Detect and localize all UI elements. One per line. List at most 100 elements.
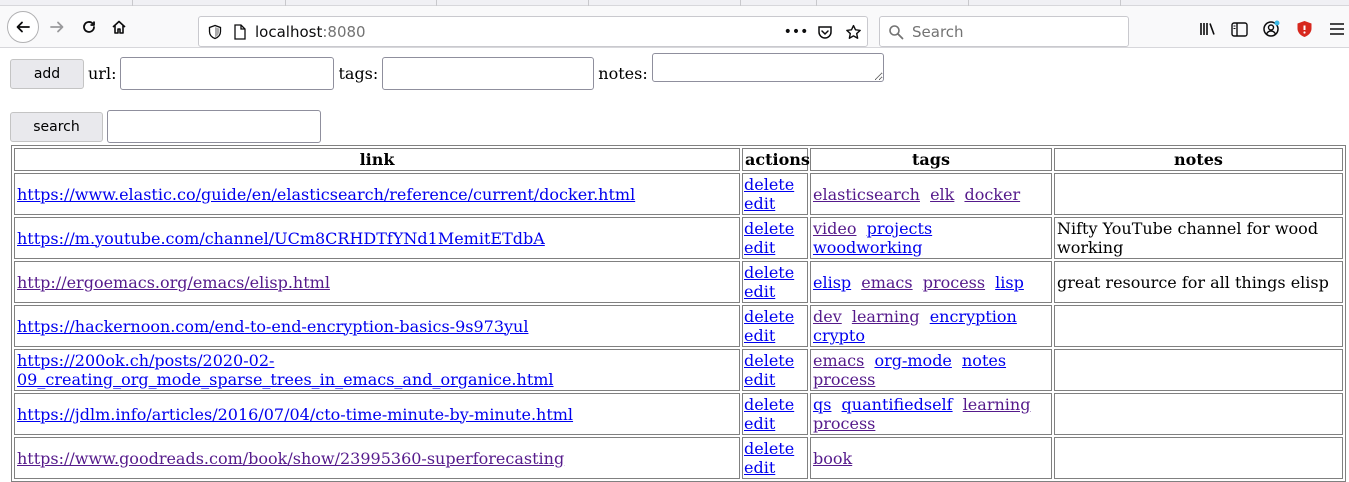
tags-cell: emacs org-mode notes process <box>810 349 1052 391</box>
actions-cell: delete edit <box>742 173 808 215</box>
address-bar[interactable]: localhost:8080 ••• <box>198 16 868 47</box>
url-host: localhost <box>255 22 323 41</box>
menu-icon[interactable] <box>1328 20 1346 38</box>
sidebar-icon[interactable] <box>1230 20 1248 38</box>
bookmark-link[interactable]: https://www.goodreads.com/book/show/2399… <box>17 449 564 468</box>
forward-button[interactable] <box>42 12 72 42</box>
url-label: url: <box>88 64 117 83</box>
notes-label: notes: <box>598 64 648 83</box>
link-cell: https://jdlm.info/articles/2016/07/04/ct… <box>14 393 740 435</box>
tag-link[interactable]: qs <box>813 395 831 414</box>
notes-textarea[interactable] <box>651 53 884 82</box>
notes-cell <box>1054 393 1343 435</box>
search-button[interactable]: search <box>10 111 103 142</box>
search-input[interactable] <box>107 110 321 143</box>
link-cell: https://www.goodreads.com/book/show/2399… <box>14 437 740 479</box>
table-header-row: link actions tags notes <box>14 148 1343 171</box>
tag-link[interactable]: org-mode <box>874 351 951 370</box>
link-cell: https://hackernoon.com/end-to-end-encryp… <box>14 305 740 347</box>
url-input[interactable] <box>120 57 335 90</box>
browser-search-input[interactable] <box>910 21 1120 42</box>
reload-button[interactable] <box>74 12 104 42</box>
column-header-notes: notes <box>1054 148 1343 171</box>
bookmark-link[interactable]: https://hackernoon.com/end-to-end-encryp… <box>17 317 528 336</box>
tag-link[interactable]: process <box>813 414 875 433</box>
tag-link[interactable]: emacs <box>813 351 864 370</box>
tag-link[interactable]: notes <box>962 351 1006 370</box>
tag-link[interactable]: lisp <box>995 273 1024 292</box>
tag-link[interactable]: book <box>813 449 852 468</box>
tag-link[interactable]: learning <box>852 307 920 326</box>
actions-cell: delete edit <box>742 217 808 259</box>
delete-link[interactable]: delete <box>744 175 794 194</box>
arrow-left-icon <box>16 21 30 33</box>
url-text[interactable]: localhost:8080 <box>255 23 366 41</box>
tag-link[interactable]: process <box>813 370 875 389</box>
table-row: https://m.youtube.com/channel/UCm8CRHDTf… <box>14 217 1343 259</box>
table-row: https://jdlm.info/articles/2016/07/04/ct… <box>14 393 1343 435</box>
page-actions-icon[interactable]: ••• <box>784 23 809 41</box>
pocket-icon[interactable] <box>816 23 834 41</box>
tag-link[interactable]: elasticsearch <box>813 185 920 204</box>
notes-cell <box>1054 349 1343 391</box>
table-row: https://hackernoon.com/end-to-end-encryp… <box>14 305 1343 347</box>
reload-icon <box>83 21 95 33</box>
delete-link[interactable]: delete <box>744 351 794 370</box>
tag-link[interactable]: woodworking <box>813 238 923 257</box>
tags-cell: video projects woodworking <box>810 217 1052 259</box>
column-header-actions: actions <box>742 148 810 171</box>
tags-cell: book <box>810 437 1052 479</box>
bookmark-link[interactable]: http://ergoemacs.org/emacs/elisp.html <box>17 273 330 292</box>
tag-link[interactable]: projects <box>867 219 933 238</box>
tag-link[interactable]: elisp <box>813 273 851 292</box>
bookmark-star-icon[interactable] <box>844 23 862 41</box>
tag-link[interactable]: elk <box>930 185 954 204</box>
edit-link[interactable]: edit <box>744 282 775 301</box>
tag-link[interactable]: dev <box>813 307 842 326</box>
back-button[interactable] <box>7 11 39 43</box>
account-icon[interactable] <box>1262 20 1280 38</box>
edit-link[interactable]: edit <box>744 458 775 477</box>
tag-link[interactable]: encryption <box>930 307 1017 326</box>
tracking-shield-icon[interactable] <box>207 24 223 40</box>
library-icon[interactable] <box>1199 20 1217 38</box>
edit-link[interactable]: edit <box>744 414 775 433</box>
delete-link[interactable]: delete <box>744 439 794 458</box>
tags-cell: dev learning encryption crypto <box>810 305 1052 347</box>
bookmark-link[interactable]: https://200ok.ch/posts/2020-02-09_creati… <box>17 351 554 389</box>
links-table: link actions tags notes https://www.elas… <box>11 145 1346 482</box>
tag-link[interactable]: emacs <box>861 273 912 292</box>
tag-link[interactable]: process <box>923 273 985 292</box>
add-button[interactable]: add <box>10 58 84 89</box>
notes-cell: Nifty YouTube channel for wood working <box>1054 217 1343 259</box>
ublock-shield-icon[interactable] <box>1295 20 1313 38</box>
tag-link[interactable]: video <box>813 219 857 238</box>
tag-link[interactable]: crypto <box>813 326 865 345</box>
browser-search-bar[interactable] <box>879 16 1129 47</box>
home-button[interactable] <box>104 12 134 42</box>
notes-cell: great resource for all things elisp <box>1054 261 1343 303</box>
edit-link[interactable]: edit <box>744 326 775 345</box>
tag-link[interactable]: docker <box>964 185 1020 204</box>
table-row: https://200ok.ch/posts/2020-02-09_creati… <box>14 349 1343 391</box>
delete-link[interactable]: delete <box>744 395 794 414</box>
delete-link[interactable]: delete <box>744 307 794 326</box>
delete-link[interactable]: delete <box>744 263 794 282</box>
tags-label: tags: <box>338 64 379 83</box>
edit-link[interactable]: edit <box>744 370 775 389</box>
tag-link[interactable]: learning <box>963 395 1031 414</box>
url-port: :8080 <box>322 22 366 41</box>
bookmark-link[interactable]: https://jdlm.info/articles/2016/07/04/ct… <box>17 405 573 424</box>
tag-link[interactable]: quantifiedself <box>842 395 953 414</box>
bookmark-link[interactable]: https://m.youtube.com/channel/UCm8CRHDTf… <box>17 229 545 248</box>
navigation-toolbar: localhost:8080 ••• <box>0 6 1349 48</box>
tags-input[interactable] <box>382 57 595 90</box>
edit-link[interactable]: edit <box>744 194 775 213</box>
page-info-icon[interactable] <box>233 23 247 40</box>
table-row: https://www.goodreads.com/book/show/2399… <box>14 437 1343 479</box>
bookmark-link[interactable]: https://www.elastic.co/guide/en/elastics… <box>17 185 635 204</box>
delete-link[interactable]: delete <box>744 219 794 238</box>
edit-link[interactable]: edit <box>744 238 775 257</box>
actions-cell: delete edit <box>742 261 808 303</box>
table-row: http://ergoemacs.org/emacs/elisp.html del… <box>14 261 1343 303</box>
